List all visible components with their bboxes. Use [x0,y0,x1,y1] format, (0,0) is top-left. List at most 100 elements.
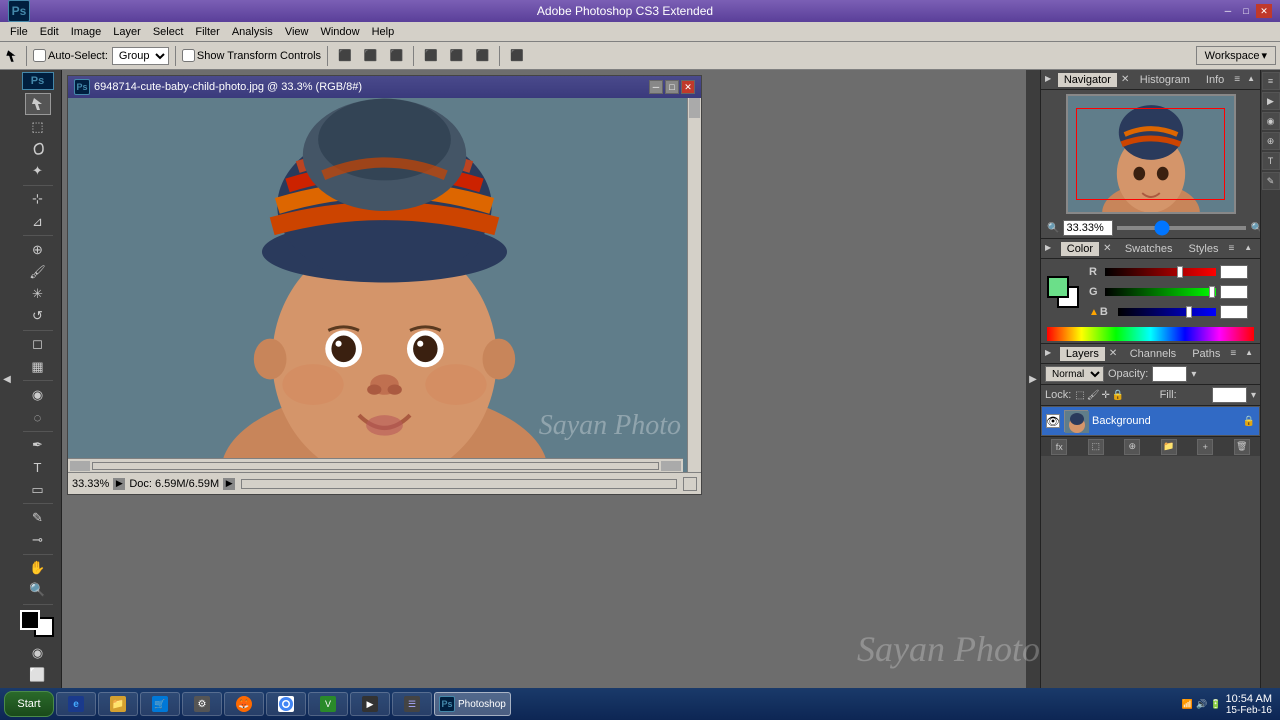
doc-vscroll[interactable] [687,98,701,472]
menu-image[interactable]: Image [65,25,108,39]
panel-toggle-3[interactable]: ◉ [1262,112,1280,130]
taskbar-media[interactable]: ☰ [392,692,432,716]
group-select[interactable]: Group [112,47,169,65]
color-tab[interactable]: Color [1061,242,1099,256]
start-button[interactable]: Start [4,691,54,717]
nav-zoom-slider[interactable] [1117,226,1246,230]
transform-checkbox[interactable] [182,49,195,62]
status-nav-arrow[interactable]: ▶ [223,478,235,490]
eraser-btn[interactable]: ◻ [25,334,51,355]
doc-close-btn[interactable]: ✕ [681,80,695,94]
quick-mask-btn[interactable]: ◉ [25,642,51,663]
nav-panel-menu-icon[interactable]: ≡ [1234,74,1243,86]
marquee-tool-btn[interactable]: ⬚ [25,116,51,137]
screen-mode-btn[interactable]: ⬜ [25,665,51,686]
menu-select[interactable]: Select [147,25,190,39]
doc-hscroll[interactable] [68,458,683,472]
fill-arrow[interactable]: ▾ [1251,390,1256,401]
lock-position-icon[interactable]: ✛ [1101,390,1109,401]
taskbar-firefox[interactable]: 🦊 [224,692,264,716]
align-middle-btn[interactable]: ⬛ [446,45,468,67]
paths-tab[interactable]: Paths [1186,347,1226,361]
lock-all-icon[interactable]: 🔒 [1112,390,1124,401]
menu-view[interactable]: View [279,25,315,39]
color-panel-menu-icon[interactable]: ≡ [1229,243,1241,255]
layer-delete-btn[interactable]: 🗑 [1234,439,1250,455]
layer-style-btn[interactable]: fx [1051,439,1067,455]
b-value[interactable]: 194 [1220,305,1248,319]
nav-zoom-input[interactable] [1063,220,1113,236]
align-center-btn[interactable]: ⬛ [360,45,382,67]
status-menu-arrow[interactable]: ▶ [113,478,125,490]
align-right-btn[interactable]: ⬛ [385,45,407,67]
autoselect-checkbox[interactable] [33,49,46,62]
taskbar-settings[interactable]: ⚙ [182,692,222,716]
layers-panel-menu-icon[interactable]: ≡ [1230,348,1241,360]
g-value[interactable]: 255 [1220,285,1248,299]
battery-icon[interactable]: 🔋 [1210,699,1221,710]
foreground-color[interactable] [20,610,40,630]
hand-tool-btn[interactable]: ✋ [25,557,51,578]
layer-background-item[interactable]: 👁 Background 🔒 [1041,406,1260,436]
taskbar-store[interactable]: 🛒 [140,692,180,716]
layers-tab[interactable]: Layers [1060,347,1105,361]
eyedropper-btn[interactable]: ⊸ [25,529,51,550]
workspace-button[interactable]: Workspace ▾ [1196,46,1276,65]
swatches-tab[interactable]: Swatches [1119,242,1179,256]
styles-tab[interactable]: Styles [1183,242,1225,256]
slice-tool-btn[interactable]: ⊿ [25,211,51,232]
info-tab[interactable]: Info [1200,73,1230,87]
doc-minimize-btn[interactable]: ─ [649,80,663,94]
color-panel-collapse-icon[interactable]: ▲ [1244,243,1256,255]
menu-analysis[interactable]: Analysis [226,25,279,39]
histogram-tab[interactable]: Histogram [1134,73,1196,87]
blur-btn[interactable]: ◉ [25,384,51,405]
taskbar-vpn[interactable]: V [308,692,348,716]
healing-brush-btn[interactable]: ⊕ [25,239,51,260]
nav-panel-collapse-icon[interactable]: ▲ [1247,74,1256,86]
navigator-tab[interactable]: Navigator [1058,73,1117,87]
opacity-input[interactable]: 100% [1152,366,1187,382]
align-left-btn[interactable]: ⬛ [334,45,356,67]
blend-mode-select[interactable]: Normal [1045,366,1104,382]
panel-toggle-5[interactable]: T [1262,152,1280,170]
restore-button[interactable]: □ [1238,4,1254,18]
menu-edit[interactable]: Edit [34,25,65,39]
history-brush-btn[interactable]: ↺ [25,306,51,327]
crop-tool-btn[interactable]: ⊹ [25,189,51,210]
lock-transparent-icon[interactable]: ⬚ [1075,390,1084,401]
layers-panel-collapse-icon[interactable]: ▲ [1245,348,1256,360]
taskbar-ie[interactable]: e [56,692,96,716]
opacity-arrow[interactable]: ▾ [1191,369,1196,380]
align-bottom-btn[interactable]: ⬛ [472,45,494,67]
layer-mask-btn[interactable]: ⬚ [1088,439,1104,455]
zoom-tool-btn[interactable]: 🔍 [25,580,51,601]
taskbar-folder[interactable]: 📁 [98,692,138,716]
panel-toggle-2[interactable]: ▶ [1262,92,1280,110]
dodge-btn[interactable]: ◌ [25,406,51,427]
layer-group-btn[interactable]: 📁 [1161,439,1177,455]
lasso-tool-btn[interactable] [25,138,51,159]
taskbar-chrome[interactable] [266,692,306,716]
right-panel-toggle[interactable]: ▶ [1026,70,1040,688]
menu-filter[interactable]: Filter [189,25,225,39]
brush-tool-btn[interactable]: 🖌 [25,261,51,282]
taskbar-filmstrip[interactable]: ▶ [350,692,390,716]
menu-file[interactable]: File [4,25,34,39]
panel-toggle-6[interactable]: ✎ [1262,172,1280,190]
network-icon[interactable]: 📶 [1182,699,1193,710]
menu-help[interactable]: Help [366,25,401,39]
menu-layer[interactable]: Layer [107,25,147,39]
distribute-btn[interactable]: ⬛ [506,45,528,67]
status-hscroll[interactable] [241,479,677,489]
type-tool-btn[interactable]: T [25,457,51,478]
minimize-button[interactable]: ─ [1220,4,1236,18]
close-button[interactable]: ✕ [1256,4,1272,18]
align-top-btn[interactable]: ⬛ [420,45,442,67]
fill-input[interactable]: 100% [1212,387,1247,403]
lock-paint-icon[interactable]: 🖌 [1087,390,1100,401]
document-canvas[interactable]: Sayan Photo [68,98,701,472]
move-tool-btn[interactable] [25,93,51,115]
menu-window[interactable]: Window [314,25,365,39]
notes-tool-btn[interactable]: ✎ [25,507,51,528]
